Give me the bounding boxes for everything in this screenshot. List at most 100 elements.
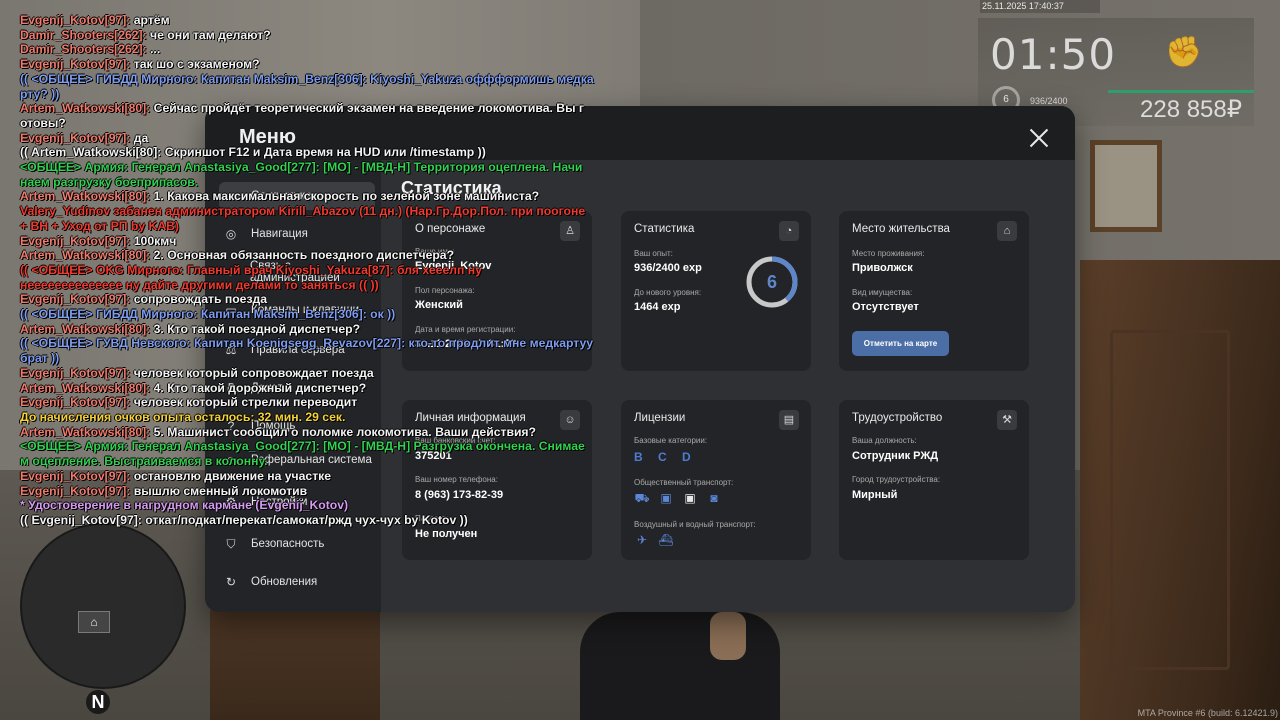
chat-message: (( Artem_Watkowski[80]: Скриншот F12 и Д… <box>20 145 486 160</box>
hammer-icon: ⚒ <box>997 410 1017 430</box>
chat-author: Evgenij_Kotov[97]: <box>20 395 131 410</box>
chat-message: рту? )) <box>20 86 60 101</box>
hud-money: 228 858₽ <box>1140 96 1243 123</box>
wall-picture <box>1090 140 1162 232</box>
chat-message: ... <box>146 42 161 57</box>
chat-message: сопровождать поезда <box>130 292 268 307</box>
chat-author: Evgenij_Kotov[97]: <box>20 292 131 307</box>
player-character <box>580 612 780 720</box>
card-residence: Место жительства ⌂ Место проживания: При… <box>839 211 1029 371</box>
chat-author: Damir_Shooters[262]: <box>20 27 147 42</box>
plane-icon: ✈ <box>636 533 648 547</box>
chat-line: Evgenij_Kotov[97]: человек который сопро… <box>20 366 620 381</box>
chat-line: * Удостоверение в нагрудном кармане (Evg… <box>20 498 620 513</box>
chat-message: 1. Какова максимальная скорость по зелен… <box>150 189 540 204</box>
chat-line: Artem_Watkowski[80]: 3. Кто такой поездн… <box>20 322 620 337</box>
card-title: Статистика <box>634 223 695 235</box>
chat-line: (( <ОБЩЕЕ> ГИБДД Мирного: Капитан Maksim… <box>20 72 620 87</box>
chat-message: (( Evgenij_Kotov[97]: откат/подкат/перек… <box>20 512 468 527</box>
chat-message: 5. Машинист сообщил о поломке локомотива… <box>150 424 536 439</box>
exp-value: 936/2400 exp <box>634 262 702 274</box>
card-licenses: Лицензии ▤ Базовые категории: B C D Обще… <box>621 400 811 560</box>
chat-line: Artem_Watkowski[80]: 4. Кто такой дорожн… <box>20 381 620 396</box>
chat-message: так шо с экзаменом? <box>130 57 260 72</box>
next-level-label: До нового уровня: <box>634 288 702 297</box>
chat-message: <ОБЩЕЕ> Армия: Генерал Anastasiya_Good[2… <box>20 439 585 454</box>
chat-line: (( Artem_Watkowski[80]: Скриншот F12 и Д… <box>20 145 620 160</box>
chat-line: (( <ОБЩЕЕ> ГУВД Невского: Капитан Koenig… <box>20 336 620 351</box>
chat-author: Evgenij_Kotov[97]: <box>20 365 131 380</box>
chat-message: (( <ОБЩЕЕ> ГИБДД Мирного: Капитан Maksim… <box>20 307 396 322</box>
passport-value: Не получен <box>415 528 478 540</box>
base-categories-label: Базовые категории: <box>634 436 708 445</box>
chat-line: рту? )) <box>20 87 620 102</box>
chat-line: <ОБЩЕЕ> Армия: Генерал Anastasiya_Good[2… <box>20 160 620 175</box>
chat-message: * Удостоверение в нагрудном кармане (Evg… <box>20 498 349 513</box>
sidebar-item-security[interactable]: ⛉ Безопасность <box>219 530 375 558</box>
chat-author: Artem_Watkowski[80]: <box>20 101 151 116</box>
card-statistics: Статистика ◔ Ваш опыт: 936/2400 exp До н… <box>621 211 811 371</box>
chat-message: 2. Основная обязанность поездного диспет… <box>150 248 455 263</box>
chat-message: м оцепление. Выстраиваемся в колонну. <box>20 454 268 469</box>
level-number: 6 <box>766 272 777 292</box>
chat-line: Artem_Watkowski[80]: Сейчас пройдёт теор… <box>20 101 620 116</box>
north-indicator: N <box>86 690 110 714</box>
chat-line: брат )) <box>20 351 620 366</box>
shield-icon: ⛉ <box>226 536 236 551</box>
card-title: Трудоустройство <box>852 412 943 424</box>
train-icon: ▣ <box>684 491 696 505</box>
chat-line: Artem_Watkowski[80]: 2. Основная обязанн… <box>20 248 620 263</box>
chat-author: Evgenij_Kotov[97]: <box>20 483 131 498</box>
sidebar-item-updates[interactable]: ↻ Обновления <box>219 568 375 596</box>
chat-message: (( <ОБЩЕЕ> ГУВД Невского: Капитан Koenig… <box>20 336 594 351</box>
sidebar-item-label: Безопасность <box>251 538 325 550</box>
player-arm <box>710 612 746 660</box>
chat-line: (( <ОБЩЕЕ> OKG Мирного: Главный врач Kiy… <box>20 263 620 278</box>
chat-message: человек который сопровождает поезда <box>130 365 374 380</box>
hud-exp: 936/2400 <box>1030 96 1068 106</box>
chat-message: брат )) <box>20 351 60 366</box>
sidebar-item-label: Обновления <box>251 576 318 588</box>
trolley-icon: ▣ <box>660 491 672 505</box>
public-transport-icons: ⛟ ▣ ▣ ◙ <box>634 490 722 506</box>
chat-message: наем разгрузку боеприпасов. <box>20 174 199 189</box>
property-value: Отсутствует <box>852 301 919 313</box>
chat-line: нееееееееееееее ну дайте другими делами … <box>20 278 620 293</box>
property-label: Вид имущества: <box>852 288 913 297</box>
chat-message: Сейчас пройдёт теоретический экзамен на … <box>150 101 584 116</box>
chat-author: Evgenij_Kotov[97]: <box>20 233 131 248</box>
chat-message: отовы? <box>20 115 66 130</box>
chat-author: Artem_Watkowski[80]: <box>20 248 151 263</box>
card-title: Лицензии <box>634 412 686 424</box>
base-categories-value: B C D <box>634 450 697 464</box>
chat-line: До начисления очков опыта осталось: 32 м… <box>20 410 620 425</box>
chat-message: вышлю сменный локомотив <box>130 483 308 498</box>
chat-author: Artem_Watkowski[80]: <box>20 424 151 439</box>
chat-line: <ОБЩЕЕ> Армия: Генерал Anastasiya_Good[2… <box>20 439 620 454</box>
chat-line: Evgenij_Kotov[97]: человек который стрел… <box>20 395 620 410</box>
chat-line: Evgenij_Kotov[97]: да <box>20 131 620 146</box>
air-water-label: Воздушный и водный транспорт: <box>634 520 756 529</box>
chat-log: Evgenij_Kotov[97]: артём Damir_Shooters[2… <box>20 13 620 528</box>
chat-line: Damir_Shooters[262]: ... <box>20 42 620 57</box>
chat-message: человек который стрелки переводит <box>130 395 358 410</box>
chat-message: 4. Кто такой дорожный диспетчер? <box>150 380 367 395</box>
license-icon: ▤ <box>779 410 799 430</box>
mark-on-map-button[interactable]: Отметить на карте <box>852 331 949 356</box>
close-icon[interactable] <box>1027 126 1051 150</box>
chat-message: да <box>130 130 149 145</box>
public-transport-label: Общественный транспорт: <box>634 478 734 487</box>
chat-message: нееееееееееееее ну дайте другими делами … <box>20 277 379 292</box>
chat-message: остановлю движение на участке <box>130 468 332 483</box>
air-water-icons: ✈ ⛴ <box>634 532 674 548</box>
city-label: Город трудоустройства: <box>852 475 941 484</box>
chat-line: Evgenij_Kotov[97]: 100кмч <box>20 234 620 249</box>
chat-message: 100кмч <box>130 233 177 248</box>
chat-line: Evgenij_Kotov[97]: сопровождать поезда <box>20 292 620 307</box>
bus-icon: ⛟ <box>634 491 650 505</box>
chat-author: Artem_Watkowski[80]: <box>20 189 151 204</box>
chat-author: Evgenij_Kotov[97]: <box>20 13 131 27</box>
chat-author: Artem_Watkowski[80]: <box>20 380 151 395</box>
chat-line: Valery_Yudinov забанен администратором K… <box>20 204 620 219</box>
next-level-value: 1464 exp <box>634 301 681 313</box>
